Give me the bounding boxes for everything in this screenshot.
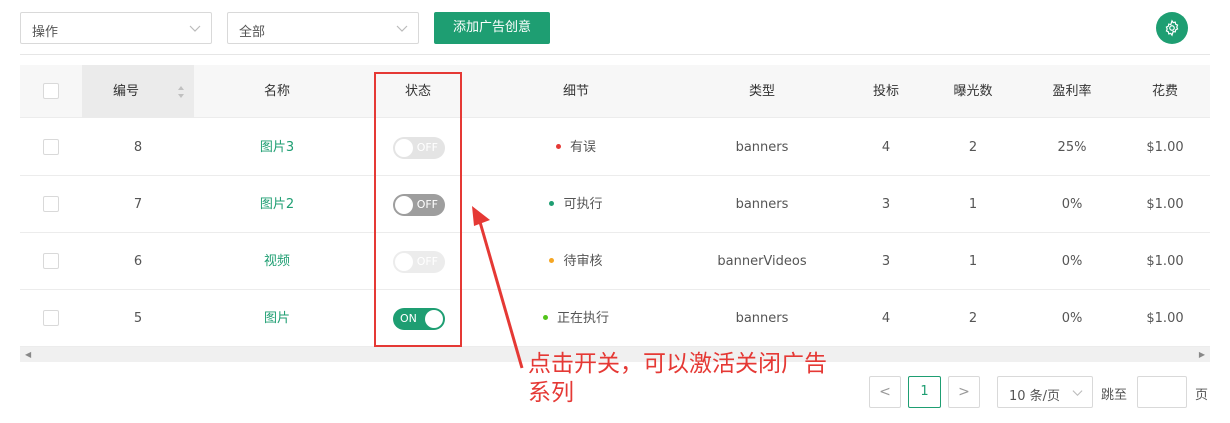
row-cost: $1.00 <box>1146 311 1184 326</box>
row-name-link[interactable]: 图片2 <box>207 176 347 233</box>
row-profit: 0% <box>1061 311 1083 326</box>
annotation-line-1: 点击开关，可以激活关闭广告 <box>528 351 827 377</box>
row-detail-text: 有误 <box>569 140 596 155</box>
row-name-link[interactable]: 图片 <box>207 290 347 347</box>
row-name-link[interactable]: 图片3 <box>207 119 347 176</box>
status-dot-icon <box>549 201 555 206</box>
row-impressions: 2 <box>968 311 978 326</box>
status-dot-icon <box>542 315 548 320</box>
row-bid: 4 <box>881 140 891 155</box>
row-profit: 0% <box>1061 254 1083 269</box>
row-checkbox[interactable] <box>43 139 59 155</box>
annotation-text: 点击开关，可以激活关闭广告 系列 <box>528 350 868 408</box>
row-detail-text: 正在执行 <box>556 311 609 326</box>
toolbar: 操作 全部 添加广告创意 <box>0 0 1230 55</box>
row-id: 7 <box>133 197 143 212</box>
row-bid: 3 <box>881 197 891 212</box>
sort-icon[interactable] <box>177 85 185 99</box>
select-all-checkbox[interactable] <box>43 83 59 99</box>
col-name: 名称 <box>263 84 290 99</box>
page-1-button[interactable]: 1 <box>908 376 941 408</box>
row-detail-text: 待审核 <box>563 254 603 269</box>
row-bid: 4 <box>881 311 891 326</box>
chevron-down-icon <box>1072 390 1083 397</box>
table-row: 5 图片 ON 正在执行 banners 4 2 0% $1.00 <box>20 290 1210 347</box>
col-type: 类型 <box>748 84 775 99</box>
jump-label: 跳至 <box>1101 388 1128 403</box>
row-cost: $1.00 <box>1146 197 1184 212</box>
row-cost: $1.00 <box>1146 140 1184 155</box>
row-name-link[interactable]: 视频 <box>207 233 347 290</box>
row-type: banners <box>735 311 789 326</box>
action-select-value: 操作 <box>32 25 59 40</box>
col-impressions: 曝光数 <box>953 84 993 99</box>
row-detail-text: 可执行 <box>563 197 603 212</box>
col-detail: 细节 <box>562 84 589 99</box>
col-cost: 花费 <box>1151 84 1178 99</box>
row-profit: 0% <box>1061 197 1083 212</box>
row-detail: 有误 <box>510 119 642 176</box>
row-bid: 3 <box>881 254 891 269</box>
row-impressions: 2 <box>968 140 978 155</box>
scroll-right-icon[interactable]: ▶ <box>1199 350 1205 359</box>
page-size-select[interactable]: 10 条/页 <box>997 376 1093 408</box>
prev-page-button[interactable]: < <box>869 376 901 408</box>
filter-select[interactable]: 全部 <box>227 12 419 44</box>
page-suffix-label: 页 <box>1195 388 1209 403</box>
row-profit: 25% <box>1057 140 1087 155</box>
page-size-value: 10 条/页 <box>1009 389 1061 404</box>
row-checkbox[interactable] <box>43 196 59 212</box>
row-type: bannerVideos <box>717 254 807 269</box>
status-column-highlight <box>374 72 462 347</box>
gear-icon <box>1165 19 1179 37</box>
col-bid: 投标 <box>872 84 899 99</box>
annotation-line-2: 系列 <box>528 380 574 406</box>
row-impressions: 1 <box>968 197 978 212</box>
col-profit: 盈利率 <box>1052 84 1092 99</box>
col-id-label: 编号 <box>112 84 139 99</box>
row-cost: $1.00 <box>1146 254 1184 269</box>
chevron-down-icon <box>189 25 201 32</box>
col-id[interactable]: 编号 <box>82 65 194 118</box>
jump-page-input[interactable] <box>1137 376 1187 408</box>
row-id: 8 <box>133 140 143 155</box>
add-creative-button[interactable]: 添加广告创意 <box>434 12 550 44</box>
row-checkbox[interactable] <box>43 310 59 326</box>
chevron-down-icon <box>396 25 408 32</box>
status-dot-icon <box>555 144 561 149</box>
table-row: 6 视频 OFF 待审核 bannerVideos 3 1 0% $1.00 <box>20 233 1210 290</box>
row-checkbox[interactable] <box>43 253 59 269</box>
row-id: 6 <box>133 254 143 269</box>
row-impressions: 1 <box>968 254 978 269</box>
filter-select-value: 全部 <box>239 25 266 40</box>
table-row: 7 图片2 OFF 可执行 banners 3 1 0% $1.00 <box>20 176 1210 233</box>
next-page-button[interactable]: > <box>948 376 980 408</box>
row-id: 5 <box>133 311 143 326</box>
row-type: banners <box>735 197 789 212</box>
table-row: 8 图片3 OFF 有误 banners 4 2 25% $1.00 <box>20 119 1210 176</box>
toolbar-divider <box>20 54 1210 55</box>
scroll-left-icon[interactable]: ◀ <box>25 350 31 359</box>
status-dot-icon <box>549 258 555 263</box>
annotation-arrow-icon <box>472 206 524 369</box>
table-header: 编号 名称 状态 细节 类型 投标 曝光数 盈利率 花费 <box>20 65 1210 118</box>
settings-button[interactable] <box>1156 12 1188 44</box>
action-select[interactable]: 操作 <box>20 12 212 44</box>
row-type: banners <box>735 140 789 155</box>
